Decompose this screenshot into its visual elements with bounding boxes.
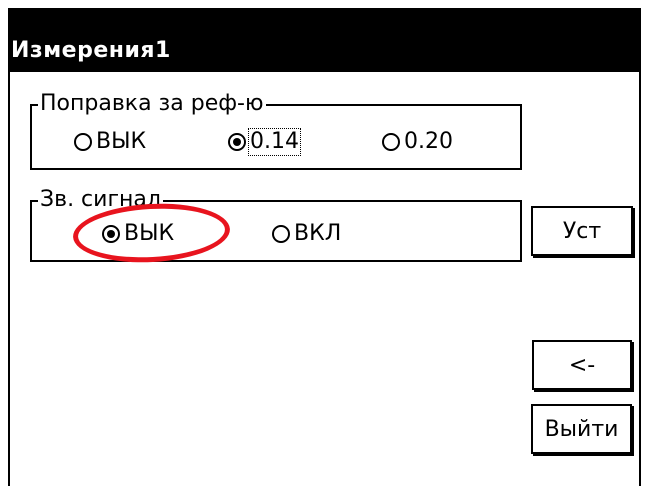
radio-label: ВЫК xyxy=(124,221,175,246)
radio-unchecked-icon xyxy=(382,133,400,151)
refraction-option-014[interactable]: 0.14 xyxy=(228,128,301,156)
radio-checked-icon xyxy=(102,225,120,243)
sound-option-off[interactable]: ВЫК xyxy=(102,222,174,246)
back-button[interactable]: <- xyxy=(532,340,632,390)
sound-group-legend: Зв. сигнал xyxy=(38,187,163,212)
radio-label: 0.14 xyxy=(248,128,301,156)
refraction-group-legend: Поправка за реф-ю xyxy=(38,91,266,116)
refraction-option-020[interactable]: 0.20 xyxy=(382,130,453,154)
exit-button[interactable]: Выйти xyxy=(531,404,632,454)
radio-label: 0.20 xyxy=(404,129,453,154)
set-button[interactable]: Уст xyxy=(531,206,633,256)
title-bar: Измерения1 xyxy=(8,8,641,72)
window-title: Измерения1 xyxy=(11,38,171,63)
sound-option-on[interactable]: ВКЛ xyxy=(272,222,341,246)
radio-checked-icon xyxy=(228,133,246,151)
radio-label: ВЫК xyxy=(96,129,147,154)
radio-label: ВКЛ xyxy=(294,221,342,246)
radio-unchecked-icon xyxy=(272,225,290,243)
radio-unchecked-icon xyxy=(74,133,92,151)
refraction-option-off[interactable]: ВЫК xyxy=(74,130,146,154)
